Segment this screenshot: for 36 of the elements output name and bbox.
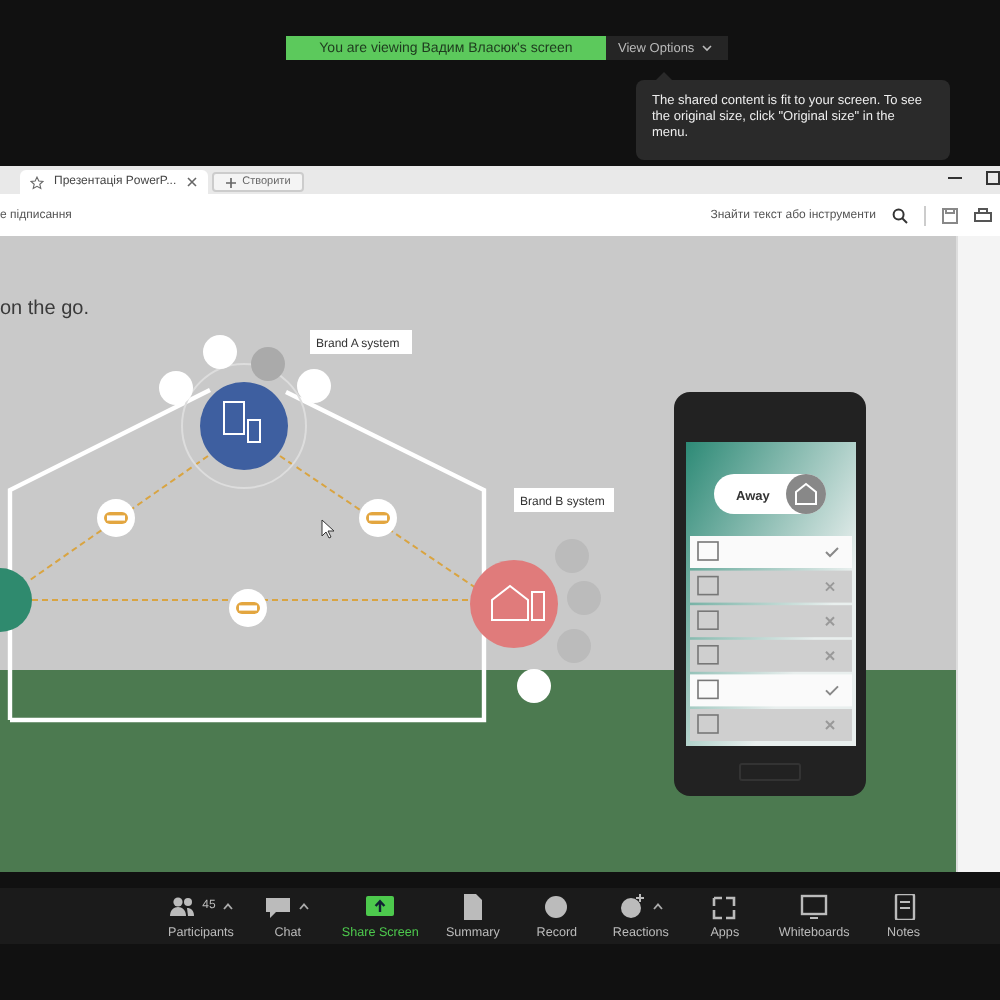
save-icon[interactable] [942, 207, 958, 223]
hub-device-icon [181, 363, 307, 489]
notepad-icon [889, 893, 918, 919]
device-node-icon [0, 568, 32, 632]
home-icon [786, 474, 826, 514]
caret-icon [702, 44, 713, 52]
caret-icon[interactable] [221, 902, 234, 910]
document-icon [458, 893, 487, 919]
bus-logo-icon [229, 589, 267, 627]
slide-heading: on the go. [0, 298, 89, 320]
bus-logo-icon [359, 499, 397, 537]
caret-icon[interactable] [651, 902, 664, 910]
cursor-icon [321, 519, 335, 539]
chat-bubble-icon [264, 893, 293, 919]
maximize-icon[interactable] [986, 170, 1000, 186]
star-icon [30, 175, 44, 189]
check-icon [825, 685, 839, 696]
home-node-icon [470, 560, 558, 648]
apps-icon [710, 893, 739, 919]
cross-icon [825, 650, 835, 661]
cross-icon [825, 581, 835, 592]
cross-icon [825, 616, 835, 627]
device-row[interactable] [690, 674, 852, 707]
caret-icon[interactable] [298, 902, 311, 910]
close-icon[interactable] [186, 176, 199, 188]
cross-icon [825, 720, 835, 730]
check-icon [825, 547, 839, 558]
device-row[interactable] [690, 536, 852, 568]
plus-icon [226, 177, 237, 187]
people-icon [168, 893, 197, 919]
bus-logo-icon [97, 499, 135, 537]
upload-icon [366, 893, 395, 919]
search-icon[interactable] [892, 207, 908, 223]
print-icon[interactable] [974, 207, 992, 223]
record-icon [542, 893, 571, 919]
monitor-icon [800, 893, 829, 919]
